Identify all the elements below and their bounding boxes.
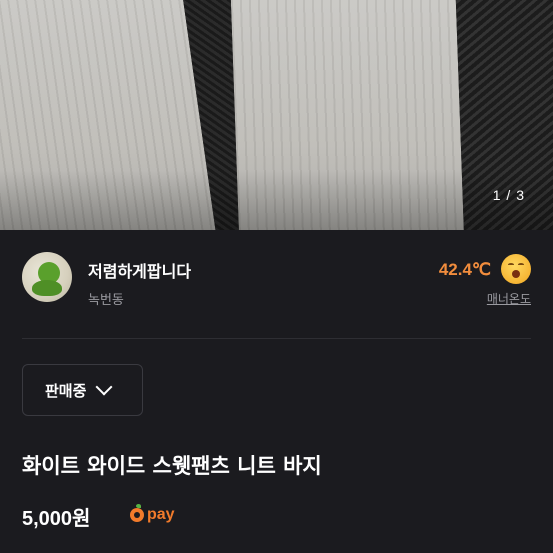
item-price: 5,000원 <box>22 508 91 530</box>
photo-counter: 1 / 3 <box>492 187 525 203</box>
frog-avatar-icon[interactable] <box>22 252 72 302</box>
sale-status-label: 판매중 <box>45 381 87 400</box>
seller-nickname[interactable]: 저렴하게팝니다 <box>88 258 191 282</box>
face-eye-left <box>508 263 514 266</box>
face-mouth <box>512 270 520 278</box>
chevron-down-icon <box>95 378 113 396</box>
manner-temperature: 42.4℃ <box>438 260 491 279</box>
divider <box>22 338 531 339</box>
seller-region: 녹번동 <box>88 293 124 308</box>
photo-shadow <box>0 170 553 230</box>
sale-status-dropdown[interactable]: 판매중 <box>22 364 143 416</box>
pay-label: pay <box>147 506 175 523</box>
pay-logo-icon <box>130 504 144 522</box>
face-eye-right <box>518 263 524 266</box>
pay-badge: pay <box>130 504 175 524</box>
seller-profile[interactable]: 저렴하게팝니다 녹번동 42.4℃ 매너온도 <box>0 230 553 330</box>
happy-face-icon <box>501 254 531 284</box>
item-title: 화이트 와이드 스웻팬츠 니트 바지 <box>22 454 322 478</box>
product-photo[interactable]: 1 / 3 <box>0 0 553 230</box>
avatar-frog-body <box>32 280 62 296</box>
manner-temperature-link[interactable]: 매너온도 <box>487 290 531 307</box>
